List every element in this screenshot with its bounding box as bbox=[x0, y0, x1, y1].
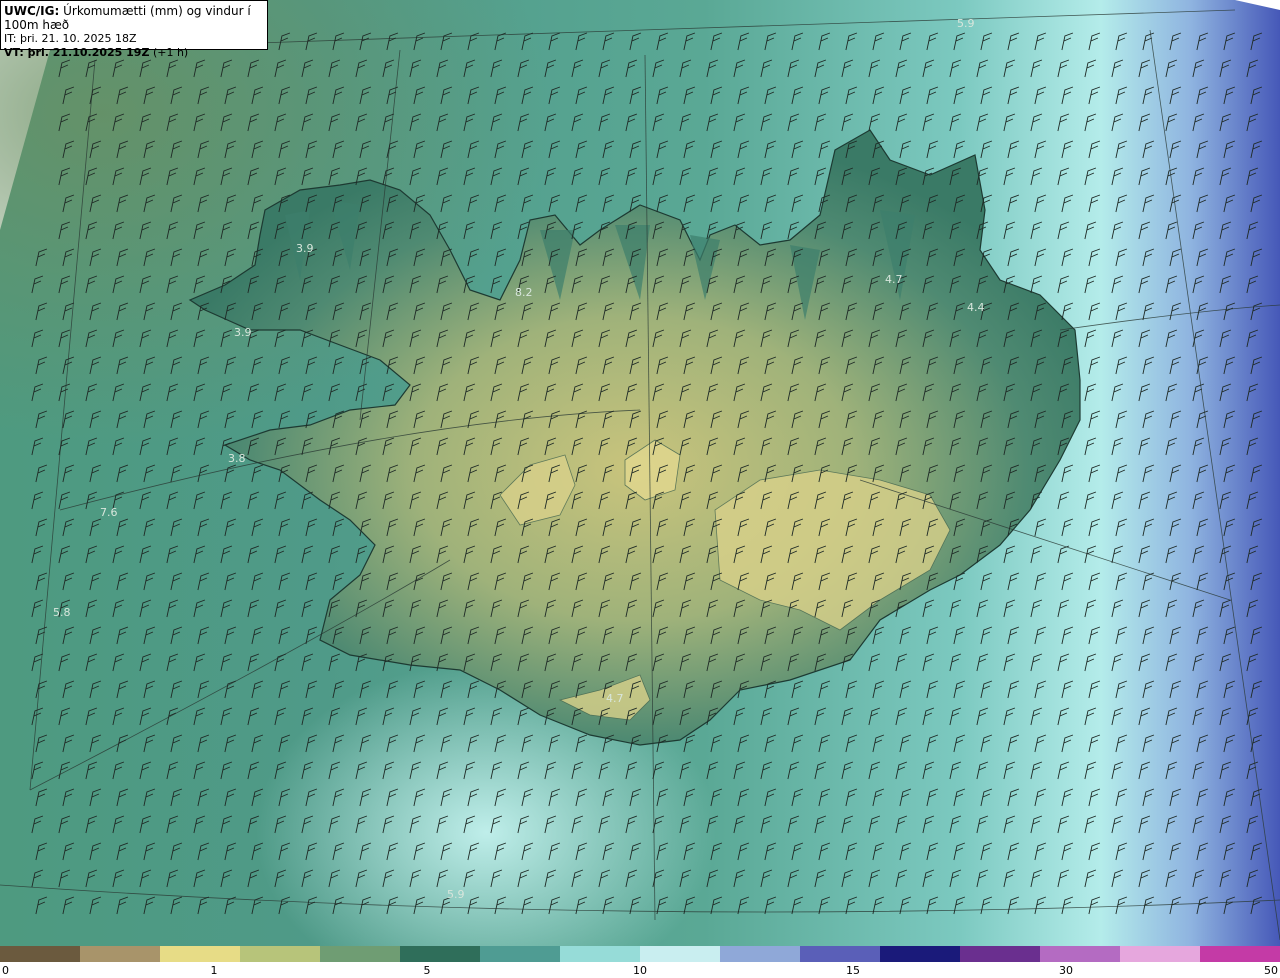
colorbar-segment bbox=[880, 946, 961, 962]
colorbar-segment bbox=[960, 946, 1041, 962]
colorbar-tick: 5 bbox=[423, 964, 431, 977]
colorbar-segment bbox=[480, 946, 561, 962]
colorbar-segment bbox=[320, 946, 401, 962]
colorbar-segment bbox=[240, 946, 321, 962]
colorbar-tick: 50 bbox=[1264, 964, 1278, 977]
valid-time: VT: þri. 21.10.2025 19Z bbox=[4, 46, 150, 59]
colorbar-strip bbox=[0, 946, 1280, 962]
value-label: 3.8 bbox=[228, 452, 246, 465]
value-label: 4.7 bbox=[885, 273, 903, 286]
colorbar-segment bbox=[1120, 946, 1201, 962]
colorbar-tick: 1 bbox=[210, 964, 218, 977]
value-label: 7.6 bbox=[100, 506, 118, 519]
valid-time-line: VT: þri. 21.10.2025 19Z (+1 h) bbox=[4, 46, 264, 60]
colorbar-segment bbox=[1200, 946, 1280, 962]
colorbar-segment bbox=[800, 946, 881, 962]
value-label: 5.9 bbox=[447, 888, 465, 901]
colorbar-segment bbox=[640, 946, 721, 962]
value-label: 3.9 bbox=[296, 242, 314, 255]
lead-time: (+1 h) bbox=[152, 46, 189, 59]
colorbar-segment bbox=[0, 946, 81, 962]
colorbar: 0 1 5 10 15 30 50 bbox=[0, 946, 1280, 978]
colorbar-segment bbox=[160, 946, 241, 962]
map-header-box: UWC/IG: Úrkomumætti (mm) og vindur í 100… bbox=[0, 0, 268, 59]
colorbar-segment bbox=[720, 946, 801, 962]
value-label: 4.7 bbox=[606, 692, 624, 705]
colorbar-segment bbox=[80, 946, 161, 962]
title-line: UWC/IG: Úrkomumætti (mm) og vindur í 100… bbox=[4, 4, 264, 32]
colorbar-segment bbox=[560, 946, 641, 962]
colorbar-segment bbox=[1040, 946, 1121, 962]
colorbar-segment bbox=[400, 946, 481, 962]
value-label: 5.9 bbox=[957, 17, 975, 30]
value-label: 8.2 bbox=[515, 286, 533, 299]
colorbar-tick: 10 bbox=[633, 964, 647, 977]
colorbar-tick: 15 bbox=[846, 964, 860, 977]
value-label: 4.4 bbox=[967, 301, 985, 314]
colorbar-tick: 30 bbox=[1059, 964, 1073, 977]
precipitation-wind-map: 5.9 3.9 3.9 3.8 7.6 5.8 4.7 4.4 8.2 4.7 … bbox=[0, 0, 1280, 946]
colorbar-tick: 0 bbox=[2, 964, 9, 977]
product-label: UWC/IG: bbox=[4, 4, 60, 18]
value-label: 5.8 bbox=[53, 606, 71, 619]
init-time: IT: þri. 21. 10. 2025 18Z bbox=[4, 32, 137, 45]
value-label: 3.9 bbox=[234, 326, 252, 339]
